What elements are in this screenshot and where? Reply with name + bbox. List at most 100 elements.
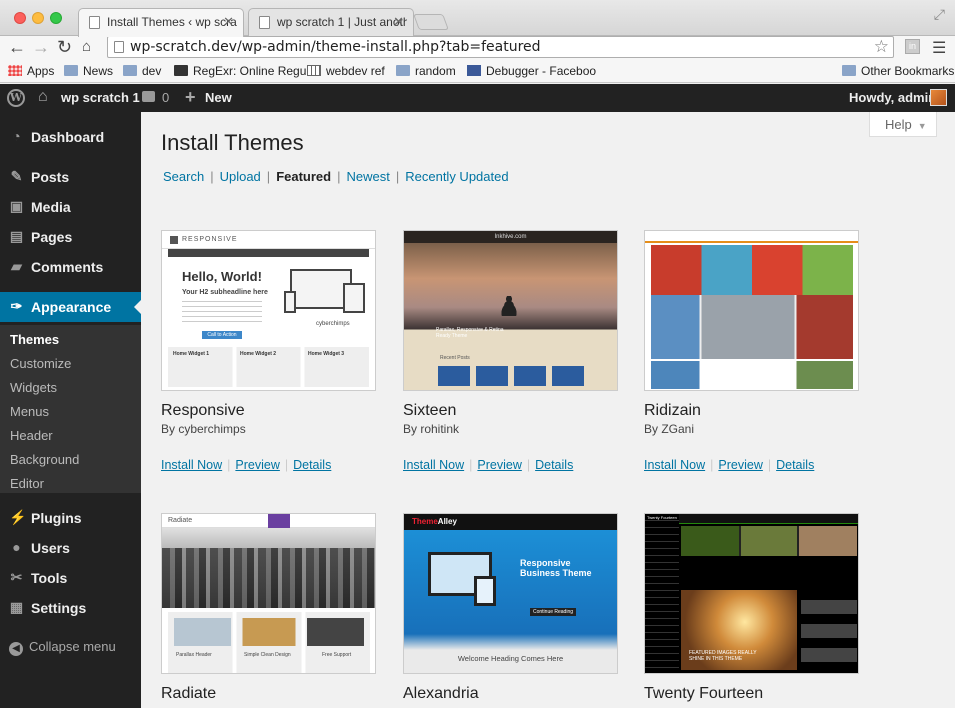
menu-item-plugins[interactable]: ⚡ Plugins xyxy=(0,503,141,533)
theme-actions: Install Now | Preview | Details xyxy=(403,458,574,472)
avatar[interactable] xyxy=(930,89,947,106)
filter-recently-updated[interactable]: Recently Updated xyxy=(405,169,508,184)
browser-toolbar: ← → ↻ ⌂ wp-scratch.dev/wp-admin/theme-in… xyxy=(0,36,955,60)
filter-search[interactable]: Search xyxy=(163,169,204,184)
theme-author: By rohitink xyxy=(403,422,460,436)
bookmark-random[interactable]: random xyxy=(396,64,456,78)
wp-admin-bar: W ⌂ wp scratch 1 0 + New Howdy, admin xyxy=(0,84,955,112)
collapse-menu-button[interactable]: ◀ Collapse menu xyxy=(9,639,116,656)
install-now-link[interactable]: Install Now xyxy=(644,458,705,472)
folder-icon xyxy=(123,65,137,76)
theme-card-radiate: Radiate Parallax Header Simple Clean Des… xyxy=(161,513,376,708)
theme-card-alexandria: ThemeAlley Responsive Business Theme Con… xyxy=(403,513,618,708)
thumb-tablet xyxy=(474,576,496,606)
url-text[interactable]: wp-scratch.dev/wp-admin/theme-install.ph… xyxy=(130,39,541,55)
menu-item-pages[interactable]: ▤ Pages xyxy=(0,222,141,252)
new-tab-button[interactable] xyxy=(413,14,449,30)
bookmark-webdev-ref[interactable]: webdev ref xyxy=(307,64,385,78)
details-link[interactable]: Details xyxy=(293,458,331,472)
thumb-posts xyxy=(801,590,857,670)
install-now-link[interactable]: Install Now xyxy=(161,458,222,472)
menu-item-media[interactable]: ▣ Media xyxy=(0,192,141,222)
theme-name: Radiate xyxy=(161,685,217,702)
filter-newest[interactable]: Newest xyxy=(346,169,389,184)
browser-menu-icon[interactable]: ☰ xyxy=(932,38,946,58)
submenu-customize[interactable]: Customize xyxy=(10,356,71,371)
pin-icon: ✎ xyxy=(10,168,23,184)
preview-link[interactable]: Preview xyxy=(718,458,762,472)
submenu-header[interactable]: Header xyxy=(10,428,53,443)
settings-icon: ▦ xyxy=(9,599,24,615)
filter-upload[interactable]: Upload xyxy=(220,169,261,184)
comments-count[interactable]: 0 xyxy=(162,90,169,105)
close-tab-icon[interactable]: ✕ xyxy=(393,14,404,30)
submenu-menus[interactable]: Menus xyxy=(10,404,49,419)
theme-screenshot[interactable] xyxy=(644,230,859,391)
theme-card-responsive: RESPONSIVE Hello, World! Your H2 subhead… xyxy=(161,230,376,475)
bookmark-dev[interactable]: dev xyxy=(123,64,161,78)
preview-link[interactable]: Preview xyxy=(235,458,279,472)
theme-screenshot[interactable]: ThemeAlley Responsive Business Theme Con… xyxy=(403,513,618,674)
pages-icon: ▤ xyxy=(9,228,24,244)
help-tab[interactable]: Help ▼ xyxy=(869,112,937,137)
users-icon: ● xyxy=(12,539,21,555)
site-name-link[interactable]: wp scratch 1 xyxy=(61,90,140,105)
submenu-themes[interactable]: Themes xyxy=(10,332,59,347)
install-now-link[interactable]: Install Now xyxy=(403,458,464,472)
submenu-widgets[interactable]: Widgets xyxy=(10,380,57,395)
forward-icon[interactable]: → xyxy=(32,37,50,57)
wrench-icon: ✂ xyxy=(10,569,23,585)
menu-item-posts[interactable]: ✎ Posts xyxy=(0,162,141,192)
details-link[interactable]: Details xyxy=(535,458,573,472)
menu-item-tools[interactable]: ✂ Tools xyxy=(0,563,141,593)
thumb-cards xyxy=(168,612,370,673)
browser-tab-install-themes[interactable]: Install Themes ‹ wp scratch ✕ xyxy=(78,8,244,37)
close-tab-icon[interactable]: ✕ xyxy=(223,14,234,30)
zoom-window-button[interactable] xyxy=(50,12,62,24)
menu-item-dashboard[interactable]: ◔ Dashboard xyxy=(0,122,141,152)
new-content-link[interactable]: New xyxy=(205,90,232,105)
theme-screenshot[interactable]: Inkhive.com Parallax, Responsive & Retin… xyxy=(403,230,618,391)
theme-screenshot[interactable]: Radiate Parallax Header Simple Clean Des… xyxy=(161,513,376,674)
menu-item-settings[interactable]: ▦ Settings xyxy=(0,593,141,623)
filter-featured[interactable]: Featured xyxy=(276,169,331,184)
thumb-widgets: Home Widget 1 Home Widget 2 Home Widget … xyxy=(168,347,369,387)
wordpress-logo-icon[interactable]: W xyxy=(7,89,25,107)
details-link[interactable]: Details xyxy=(776,458,814,472)
comment-icon[interactable] xyxy=(142,91,155,102)
account-greeting[interactable]: Howdy, admin xyxy=(849,90,936,105)
extension-icon[interactable]: in xyxy=(905,39,920,54)
plus-icon[interactable]: + xyxy=(185,87,196,108)
menu-item-users[interactable]: ● Users xyxy=(0,533,141,563)
theme-screenshot[interactable]: RESPONSIVE Hello, World! Your H2 subhead… xyxy=(161,230,376,391)
bookmark-news[interactable]: News xyxy=(64,64,113,78)
menu-item-comments[interactable]: ▰ Comments xyxy=(0,252,141,282)
theme-filter-links: Search | Upload | Featured | Newest | Recently U… xyxy=(163,169,509,184)
theme-name: Twenty Fourteen xyxy=(644,685,764,702)
home-icon[interactable]: ⌂ xyxy=(82,37,91,57)
home-icon[interactable]: ⌂ xyxy=(38,88,48,106)
submenu-editor[interactable]: Editor xyxy=(10,476,44,491)
preview-link[interactable]: Preview xyxy=(477,458,521,472)
bookmarks-bar: Apps News dev RegExr: Online Regu webdev… xyxy=(0,60,955,83)
minimize-window-button[interactable] xyxy=(32,12,44,24)
menu-item-appearance[interactable]: ✑ Appearance xyxy=(0,292,141,322)
back-icon[interactable]: ← xyxy=(8,37,26,57)
theme-screenshot[interactable]: Twenty Fourteen FEATURED IMAGES REALLY S… xyxy=(644,513,859,674)
page-icon xyxy=(114,41,124,53)
address-bar[interactable]: wp-scratch.dev/wp-admin/theme-install.ph… xyxy=(107,36,894,58)
theme-name: Responsive xyxy=(161,402,245,419)
close-window-button[interactable] xyxy=(14,12,26,24)
fullscreen-icon[interactable]: ⤢ xyxy=(934,6,945,23)
bookmark-other[interactable]: Other Bookmarks xyxy=(842,64,954,78)
bookmark-star-icon[interactable]: ☆ xyxy=(874,37,889,57)
bookmark-regexr[interactable]: RegExr: Online Regu xyxy=(174,64,306,78)
bookmark-apps[interactable]: Apps xyxy=(8,64,54,78)
theme-name: Alexandria xyxy=(403,685,479,702)
bookmark-debugger[interactable]: Debugger - Faceboo xyxy=(467,64,596,78)
page-icon xyxy=(89,16,100,29)
media-icon: ▣ xyxy=(9,198,24,214)
reload-icon[interactable]: ↻ xyxy=(57,37,72,57)
submenu-background[interactable]: Background xyxy=(10,452,79,467)
browser-tab-wp-scratch[interactable]: wp scratch 1 | Just another ✕ xyxy=(248,8,414,36)
